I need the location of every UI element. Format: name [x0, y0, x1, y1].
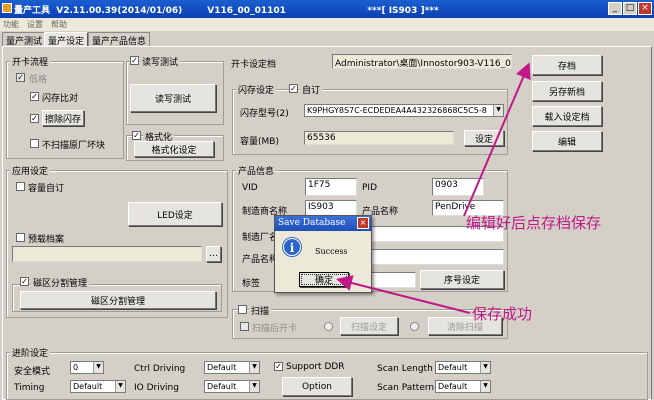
arrow-to-dialog: [336, 275, 471, 314]
annotation-arrows: [336, 62, 531, 314]
save-hint-annotation: 编辑好后点存档保存: [466, 214, 602, 232]
success-hint-annotation: 保存成功: [472, 305, 533, 323]
arrow-to-save-button: [463, 62, 531, 217]
